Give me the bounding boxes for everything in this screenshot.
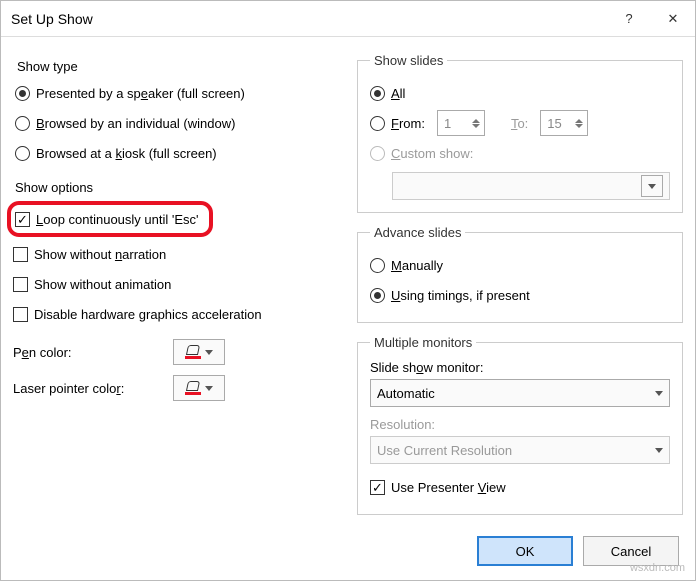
checkbox-presenter-view-row[interactable]: ✓ Use Presenter View: [370, 472, 670, 502]
show-slides-group: Show slides All From: 1 To: 15 Custom sh…: [357, 53, 683, 213]
radio-icon: [15, 116, 30, 131]
monitor-combo[interactable]: Automatic: [370, 379, 670, 407]
pen-color-label: Pen color:: [13, 345, 153, 360]
all-label: All: [391, 86, 405, 101]
checkbox-disable-gfx-row[interactable]: Disable hardware graphics acceleration: [13, 299, 339, 329]
from-label: From:: [391, 116, 425, 131]
ok-button[interactable]: OK: [477, 536, 573, 566]
radio-custom-show: Custom show:: [370, 138, 670, 168]
radio-icon: [370, 146, 385, 161]
checkbox-animation[interactable]: [13, 277, 28, 292]
to-spinner[interactable]: 15: [540, 110, 588, 136]
radio-label: Browsed by an individual (window): [36, 116, 235, 131]
manually-label: Manually: [391, 258, 443, 273]
radio-label: Presented by a speaker (full screen): [36, 86, 245, 101]
show-type-legend: Show type: [17, 59, 337, 74]
advance-slides-legend: Advance slides: [370, 225, 465, 240]
help-button[interactable]: ?: [607, 1, 651, 37]
to-value: 15: [547, 116, 561, 131]
show-options-legend: Show options: [15, 180, 339, 195]
radio-from-row[interactable]: From: 1 To: 15: [370, 108, 670, 138]
radio-icon: [370, 116, 385, 131]
chevron-down-icon: [655, 448, 663, 453]
to-label: To:: [511, 116, 528, 131]
multiple-monitors-legend: Multiple monitors: [370, 335, 476, 350]
chevron-down-icon: [205, 386, 213, 391]
animation-label: Show without animation: [34, 277, 171, 292]
close-icon: ✕: [668, 11, 679, 27]
loop-highlight: ✓ Loop continuously until 'Esc': [7, 201, 213, 237]
setup-show-dialog: Set Up Show ? ✕ Show type Presented by a…: [0, 0, 696, 581]
checkbox-disable-gfx[interactable]: [13, 307, 28, 322]
from-spinner[interactable]: 1: [437, 110, 485, 136]
using-timings-label: Using timings, if present: [391, 288, 530, 303]
radio-icon: [370, 86, 385, 101]
close-button[interactable]: ✕: [651, 1, 695, 37]
paint-bucket-icon: [185, 381, 201, 395]
radio-icon: [15, 146, 30, 161]
presenter-view-label: Use Presenter View: [391, 480, 506, 495]
resolution-combo: Use Current Resolution: [370, 436, 670, 464]
radio-icon: [370, 288, 385, 303]
show-slides-legend: Show slides: [370, 53, 447, 68]
from-value: 1: [444, 116, 451, 131]
checkbox-narration-row[interactable]: Show without narration: [13, 239, 339, 269]
narration-label: Show without narration: [34, 247, 166, 262]
custom-show-combo: [392, 172, 670, 200]
show-type-group: Show type Presented by a speaker (full s…: [13, 53, 339, 168]
radio-browsed-individual[interactable]: Browsed by an individual (window): [15, 108, 337, 138]
dialog-title: Set Up Show: [1, 11, 607, 27]
resolution-value: Use Current Resolution: [377, 443, 512, 458]
resolution-label: Resolution:: [370, 417, 670, 432]
custom-show-label: Custom show:: [391, 146, 473, 161]
monitor-value: Automatic: [377, 386, 435, 401]
checkbox-narration[interactable]: [13, 247, 28, 262]
checkmark-icon: ✓: [372, 481, 383, 494]
checkbox-presenter-view[interactable]: ✓: [370, 480, 385, 495]
laser-color-label: Laser pointer color:: [13, 381, 153, 396]
radio-manually[interactable]: Manually: [370, 250, 670, 280]
multiple-monitors-group: Multiple monitors Slide show monitor: Au…: [357, 335, 683, 515]
radio-presented-speaker[interactable]: Presented by a speaker (full screen): [15, 78, 337, 108]
advance-slides-group: Advance slides Manually Using timings, i…: [357, 225, 683, 323]
radio-browsed-kiosk[interactable]: Browsed at a kiosk (full screen): [15, 138, 337, 168]
paint-bucket-icon: [185, 345, 201, 359]
laser-color-picker[interactable]: [173, 375, 225, 401]
titlebar: Set Up Show ? ✕: [1, 1, 695, 37]
checkmark-icon: ✓: [17, 213, 28, 226]
chevron-down-icon: [655, 391, 663, 396]
chevron-down-icon: [641, 175, 663, 197]
chevron-down-icon: [205, 350, 213, 355]
watermark: wsxdn.com: [630, 562, 685, 574]
radio-label: Browsed at a kiosk (full screen): [36, 146, 217, 161]
help-icon: ?: [625, 11, 632, 26]
loop-label: Loop continuously until 'Esc': [36, 212, 199, 227]
disable-gfx-label: Disable hardware graphics acceleration: [34, 307, 262, 322]
checkbox-loop[interactable]: ✓: [15, 212, 30, 227]
radio-using-timings[interactable]: Using timings, if present: [370, 280, 670, 310]
radio-icon: [370, 258, 385, 273]
monitor-label: Slide show monitor:: [370, 360, 670, 375]
show-options-group: Show options ✓ Loop continuously until '…: [13, 180, 339, 403]
radio-icon: [15, 86, 30, 101]
pen-color-picker[interactable]: [173, 339, 225, 365]
checkbox-animation-row[interactable]: Show without animation: [13, 269, 339, 299]
radio-all[interactable]: All: [370, 78, 670, 108]
